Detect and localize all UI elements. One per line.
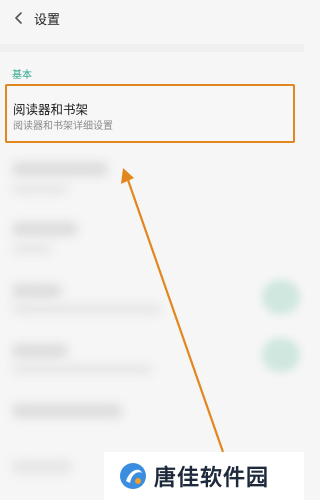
watermark-text: 唐佳软件园 bbox=[154, 466, 270, 491]
swirl-logo-icon bbox=[120, 463, 146, 489]
annotation-arrow bbox=[121, 168, 225, 453]
watermark: 唐佳软件园 bbox=[104, 452, 304, 500]
